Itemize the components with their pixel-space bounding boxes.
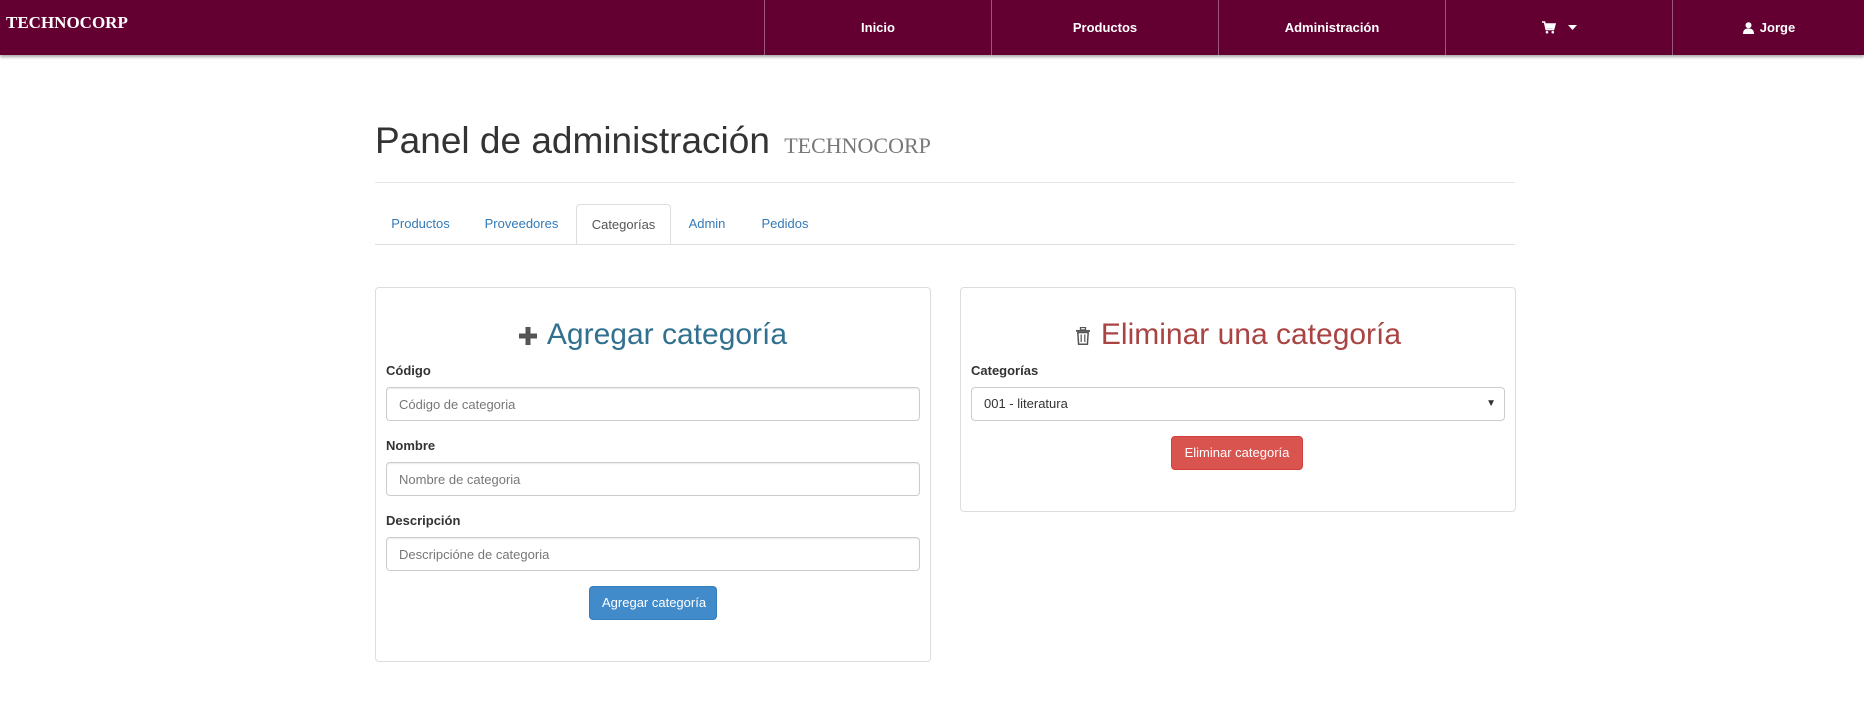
nav-cart-dropdown[interactable] (1445, 0, 1672, 55)
tab-pedidos[interactable]: Pedidos (748, 204, 822, 244)
brand-logo[interactable]: TECHNOCORP (6, 13, 128, 33)
description-input[interactable] (386, 537, 920, 571)
code-input[interactable] (386, 387, 920, 421)
nav-link-inicio[interactable]: Inicio (764, 0, 991, 55)
caret-down-icon (1567, 25, 1577, 30)
delete-category-button[interactable]: Eliminar categoría (1171, 436, 1303, 470)
tab-proveedores[interactable]: Proveedores (471, 204, 572, 244)
user-icon (1742, 21, 1754, 34)
add-category-panel: Agregar categoría Código Nombre Descripc… (375, 287, 931, 662)
category-select[interactable]: 001 - literatura ▼ (971, 387, 1505, 421)
nav-link-label: Administración (1284, 20, 1380, 35)
top-navbar: TECHNOCORP Inicio Productos Administraci… (0, 0, 1864, 55)
page-subtitle: TECHNOCORP (784, 133, 931, 158)
add-category-title: Agregar categoría (546, 318, 788, 351)
categories-label: Categorías (971, 363, 1039, 378)
shopping-cart-icon (1541, 21, 1556, 34)
page-title-text: Panel de administración (375, 120, 770, 161)
delete-category-heading: Eliminar una categoría (961, 318, 1515, 353)
delete-category-panel: Eliminar una categoría Categorías 001 - … (960, 287, 1516, 512)
nav-link-label: Inicio (861, 20, 895, 35)
nav-link-administracion[interactable]: Administración (1218, 0, 1445, 55)
add-category-heading: Agregar categoría (376, 318, 930, 353)
name-label: Nombre (386, 438, 436, 453)
delete-category-title: Eliminar una categoría (1100, 318, 1402, 351)
category-select-value: 001 - literatura (984, 396, 1068, 411)
title-divider (375, 182, 1515, 183)
add-category-button[interactable]: Agregar categoría (589, 586, 717, 620)
name-input[interactable] (386, 462, 920, 496)
trash-icon (1075, 319, 1091, 353)
code-label: Código (386, 363, 431, 378)
nav-user-menu[interactable]: Jorge (1672, 0, 1864, 55)
page-title: Panel de administración TECHNOCORP (375, 120, 931, 162)
tab-admin[interactable]: Admin (676, 204, 738, 244)
tab-categorias[interactable]: Categorías (576, 204, 671, 245)
nav-link-label: Productos (1072, 20, 1138, 35)
tab-productos[interactable]: Productos (375, 204, 466, 244)
nav-link-productos[interactable]: Productos (991, 0, 1218, 55)
description-label: Descripción (386, 513, 461, 528)
plus-icon (518, 319, 537, 353)
select-arrow-icon: ▼ (1486, 398, 1496, 409)
tabs-divider (375, 244, 1515, 245)
user-name: Jorge (1759, 20, 1796, 35)
